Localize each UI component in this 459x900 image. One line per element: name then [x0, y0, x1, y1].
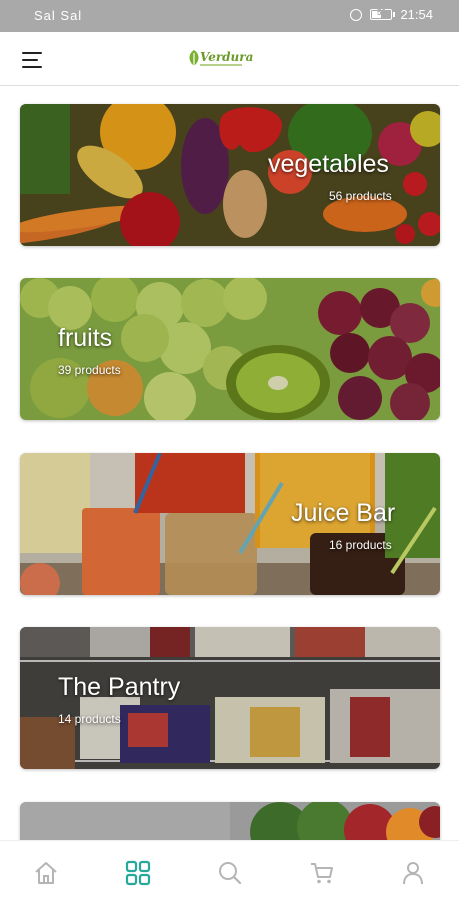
battery-level: 50 [377, 8, 386, 17]
cart-icon[interactable] [308, 859, 336, 887]
category-card-partial[interactable] [20, 802, 440, 840]
category-card-juice-bar[interactable]: Juice Bar 16 products [20, 453, 440, 595]
profile-icon[interactable] [399, 859, 427, 887]
search-icon[interactable] [216, 859, 244, 887]
hamburger-menu-icon[interactable] [22, 52, 44, 70]
category-title: fruits [58, 324, 113, 352]
category-title: The Pantry [58, 673, 181, 701]
battery-icon: 50 [370, 8, 396, 20]
category-card-vegetables[interactable]: vegetables 56 products [20, 104, 440, 246]
categories-grid-icon[interactable] [124, 859, 152, 887]
category-card-the-pantry[interactable]: The Pantry 14 products [20, 627, 440, 769]
category-count: 14 products [58, 712, 121, 726]
category-list: vegetables 56 products fruits 39 product… [0, 87, 459, 840]
category-photo-partial [20, 802, 440, 840]
category-title: vegetables [268, 150, 389, 178]
category-card-fruits[interactable]: fruits 39 products [20, 278, 440, 420]
status-time: 21:54 [400, 7, 433, 22]
logo-tagline-line [200, 64, 242, 66]
status-bar: Sal Sal 50 21:54 [0, 0, 459, 32]
status-right-group: 50 21:54 [350, 7, 433, 22]
category-count: 39 products [58, 363, 121, 377]
logo-text: Verdura [200, 50, 254, 64]
app-logo: Verdura [187, 48, 253, 72]
category-count: 16 products [329, 538, 392, 552]
signal-indicator: Sal Sal [34, 8, 83, 23]
bottom-navigation [0, 840, 459, 900]
alarm-icon [350, 8, 363, 21]
category-title: Juice Bar [291, 499, 396, 527]
leaf-icon [189, 50, 199, 66]
home-icon[interactable] [32, 859, 60, 887]
category-count: 56 products [329, 189, 392, 203]
app-header: Verdura [0, 32, 459, 86]
